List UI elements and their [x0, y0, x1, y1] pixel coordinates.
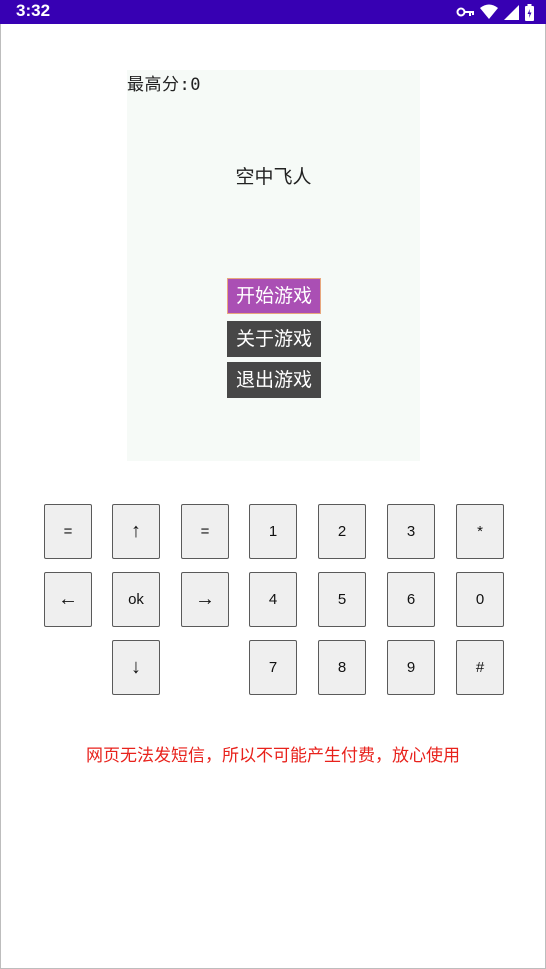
key-equals-right[interactable]: =: [181, 504, 229, 559]
exit-game-button[interactable]: 退出游戏: [227, 362, 321, 398]
signal-icon: [504, 4, 519, 20]
key-ok[interactable]: ok: [112, 572, 160, 627]
key-3[interactable]: 3: [387, 504, 435, 559]
notice-text: 网页无法发短信，所以不可能产生付费，放心使用: [86, 746, 460, 766]
wifi-icon: [480, 4, 498, 19]
key-star[interactable]: *: [456, 504, 504, 559]
key-up[interactable]: ↑: [112, 504, 160, 559]
key-8[interactable]: 8: [318, 640, 366, 695]
status-bar: 3:32: [0, 0, 546, 24]
start-game-button[interactable]: 开始游戏: [227, 278, 321, 314]
key-6[interactable]: 6: [387, 572, 435, 627]
key-9[interactable]: 9: [387, 640, 435, 695]
vpn-key-icon: [456, 7, 474, 17]
about-game-button[interactable]: 关于游戏: [227, 321, 321, 357]
key-4[interactable]: 4: [249, 572, 297, 627]
key-5[interactable]: 5: [318, 572, 366, 627]
key-1[interactable]: 1: [249, 504, 297, 559]
status-icons: [456, 3, 534, 21]
key-equals-left[interactable]: =: [44, 504, 92, 559]
game-canvas[interactable]: 最高分:0 空中飞人 开始游戏 关于游戏 退出游戏: [127, 70, 420, 461]
high-score: 最高分:0: [127, 75, 201, 95]
key-left[interactable]: ←: [44, 572, 92, 627]
key-7[interactable]: 7: [249, 640, 297, 695]
key-2[interactable]: 2: [318, 504, 366, 559]
key-hash[interactable]: #: [456, 640, 504, 695]
key-right[interactable]: →: [181, 572, 229, 627]
game-title: 空中飞人: [235, 166, 312, 188]
key-0[interactable]: 0: [456, 572, 504, 627]
battery-icon: [525, 3, 534, 21]
key-down[interactable]: ↓: [112, 640, 160, 695]
status-time: 3:32: [16, 1, 51, 20]
